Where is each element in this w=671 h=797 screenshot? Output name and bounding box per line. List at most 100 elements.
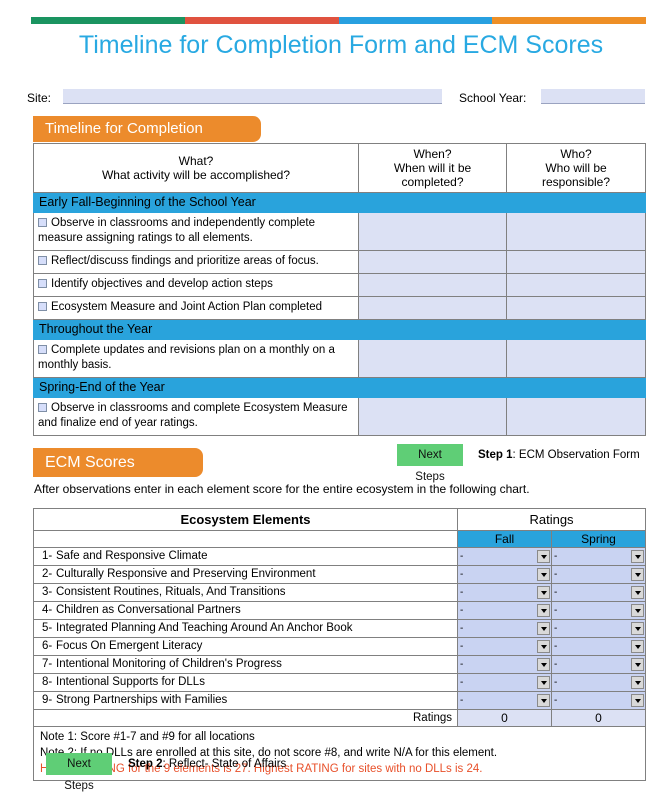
ecm-fall-cell[interactable]: - (457, 565, 552, 584)
ecm-fall-cell[interactable]: - (457, 601, 552, 620)
chevron-down-icon[interactable] (631, 550, 645, 563)
table-row: 8- Intentional Supports for DLLs - - (33, 673, 647, 692)
task-cell[interactable]: Reflect/discuss findings and prioritize … (33, 250, 359, 274)
spring-score-dropdown[interactable]: - (552, 693, 646, 708)
ecm-spring-cell[interactable]: - (550, 601, 647, 620)
task-when-cell[interactable] (358, 296, 507, 320)
timeline-section-header: Early Fall-Beginning of the School Year (33, 192, 646, 213)
checkbox-icon[interactable] (38, 218, 47, 227)
chevron-down-icon[interactable] (631, 622, 645, 635)
fall-score-dropdown[interactable]: - (458, 603, 551, 618)
ecm-spring-cell[interactable]: - (550, 691, 647, 710)
checkbox-icon[interactable] (38, 256, 47, 265)
task-when-cell[interactable] (358, 250, 507, 274)
ecm-spring-cell[interactable]: - (550, 619, 647, 638)
chevron-down-icon[interactable] (631, 604, 645, 617)
table-row: 3- Consistent Routines, Rituals, And Tran… (33, 583, 647, 602)
task-when-cell[interactable] (358, 212, 507, 251)
ecm-header-row: Ecosystem Elements Ratings (33, 508, 647, 531)
ecm-fall-cell[interactable]: - (457, 691, 552, 710)
ecm-totals-row: Ratings 0 0 (33, 709, 647, 727)
task-cell[interactable]: Observe in classrooms and independently … (33, 212, 359, 251)
chevron-down-icon[interactable] (631, 586, 645, 599)
checkbox-icon[interactable] (38, 345, 47, 354)
task-cell[interactable]: Ecosystem Measure and Joint Action Plan … (33, 296, 359, 320)
fall-score-dropdown[interactable]: - (458, 549, 551, 564)
spring-score-dropdown[interactable]: - (552, 585, 646, 600)
task-who-cell[interactable] (506, 296, 646, 320)
chevron-down-icon[interactable] (631, 694, 645, 707)
task-cell[interactable]: Complete updates and revisions plan on a… (33, 339, 359, 378)
ecm-fall-cell[interactable]: - (457, 637, 552, 656)
fall-score-dropdown[interactable]: - (458, 621, 551, 636)
ecm-spring-cell[interactable]: - (550, 637, 647, 656)
school-year-input[interactable] (541, 89, 645, 104)
fall-score-dropdown[interactable]: - (458, 657, 551, 672)
timeline-table: What? What activity will be accomplished… (33, 143, 646, 436)
checkbox-icon[interactable] (38, 403, 47, 412)
spring-score-value: - (554, 622, 558, 634)
checkbox-icon[interactable] (38, 302, 47, 311)
task-cell[interactable]: Identify objectives and develop action s… (33, 273, 359, 297)
ecm-spring-cell[interactable]: - (550, 547, 647, 566)
ecm-element-label: 6- Focus On Emergent Literacy (33, 637, 458, 656)
table-row: 7- Intentional Monitoring of Children's P… (33, 655, 647, 674)
ecm-fall-cell[interactable]: - (457, 619, 552, 638)
chevron-down-icon[interactable] (537, 604, 550, 617)
site-input[interactable] (63, 89, 442, 104)
spring-score-dropdown[interactable]: - (552, 639, 646, 654)
chevron-down-icon[interactable] (631, 640, 645, 653)
chevron-down-icon[interactable] (537, 676, 550, 689)
chevron-down-icon[interactable] (631, 658, 645, 671)
fall-score-dropdown[interactable]: - (458, 639, 551, 654)
chevron-down-icon[interactable] (537, 622, 550, 635)
ecm-fall-cell[interactable]: - (457, 673, 552, 692)
spring-score-dropdown[interactable]: - (552, 603, 646, 618)
spring-score-dropdown[interactable]: - (552, 657, 646, 672)
fall-score-value: - (460, 604, 464, 616)
task-who-cell[interactable] (506, 273, 646, 297)
table-row: 6- Focus On Emergent Literacy - - (33, 637, 647, 656)
ecm-fall-cell[interactable]: - (457, 547, 552, 566)
chevron-down-icon[interactable] (537, 640, 550, 653)
task-when-cell[interactable] (358, 339, 507, 378)
spring-score-dropdown[interactable]: - (552, 567, 646, 582)
chevron-down-icon[interactable] (631, 568, 645, 581)
ecm-spring-cell[interactable]: - (550, 583, 647, 602)
next-steps-button-1[interactable]: Next Steps (397, 444, 463, 483)
fall-score-dropdown[interactable]: - (458, 675, 551, 690)
element-number: 1- (42, 550, 53, 562)
fall-score-dropdown[interactable]: - (458, 693, 551, 708)
task-who-cell[interactable] (506, 397, 646, 436)
fall-score-dropdown[interactable]: - (458, 585, 551, 600)
task-when-cell[interactable] (358, 397, 507, 436)
task-cell[interactable]: Observe in classrooms and complete Ecosy… (33, 397, 359, 436)
chevron-down-icon[interactable] (631, 676, 645, 689)
ecm-fall-cell[interactable]: - (457, 583, 552, 602)
spring-score-dropdown[interactable]: - (552, 621, 646, 636)
ecm-spring-cell[interactable]: - (550, 565, 647, 584)
element-name: Intentional Supports for DLLs (56, 676, 205, 688)
next-steps-button-2[interactable]: Next Steps (46, 753, 112, 792)
ecm-spring-cell[interactable]: - (550, 655, 647, 674)
step-1-text: : ECM Observation Form (512, 449, 640, 461)
ecm-fall-cell[interactable]: - (457, 655, 552, 674)
ecm-spring-cell[interactable]: - (550, 673, 647, 692)
task-who-cell[interactable] (506, 212, 646, 251)
task-when-cell[interactable] (358, 273, 507, 297)
spring-score-dropdown[interactable]: - (552, 549, 646, 564)
task-who-cell[interactable] (506, 250, 646, 274)
fall-score-dropdown[interactable]: - (458, 567, 551, 582)
chevron-down-icon[interactable] (537, 658, 550, 671)
task-who-cell[interactable] (506, 339, 646, 378)
checkbox-icon[interactable] (38, 279, 47, 288)
spring-score-dropdown[interactable]: - (552, 675, 646, 690)
element-number: 3- (42, 586, 53, 598)
timeline-header-row: What? What activity will be accomplished… (33, 143, 646, 193)
step-2-prefix: Step 2 (128, 758, 163, 770)
color-bar-segment-green (31, 17, 185, 24)
chevron-down-icon[interactable] (537, 568, 550, 581)
chevron-down-icon[interactable] (537, 694, 550, 707)
chevron-down-icon[interactable] (537, 550, 550, 563)
chevron-down-icon[interactable] (537, 586, 550, 599)
